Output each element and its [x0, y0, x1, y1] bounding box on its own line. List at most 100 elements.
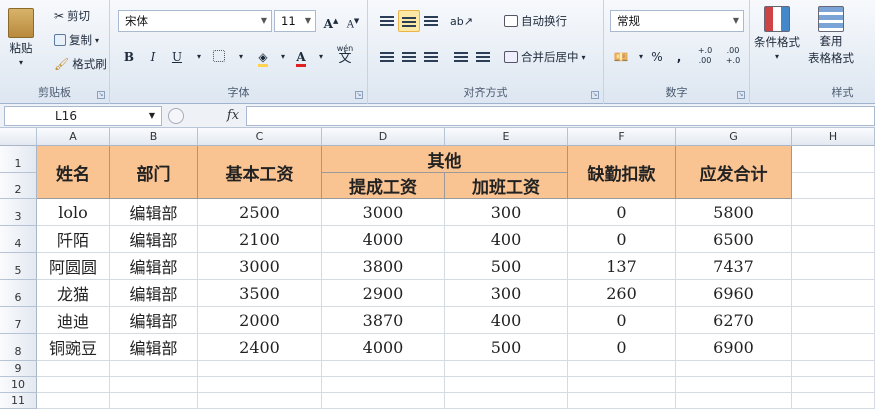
- column-header-c[interactable]: C: [198, 128, 322, 146]
- percent-button[interactable]: %: [646, 46, 668, 68]
- underline-button[interactable]: U: [166, 46, 188, 68]
- row-header-6[interactable]: 6: [0, 280, 37, 307]
- empty-cell[interactable]: [792, 307, 875, 334]
- format-as-table-button[interactable]: 套用 表格格式: [808, 6, 854, 66]
- empty-cell[interactable]: [322, 393, 445, 409]
- header-overtime[interactable]: 加班工资: [445, 173, 568, 199]
- table-cell[interactable]: 2000: [198, 307, 322, 334]
- table-cell[interactable]: 3800: [322, 253, 445, 280]
- column-header-g[interactable]: G: [676, 128, 792, 146]
- header-total[interactable]: 应发合计: [676, 146, 792, 199]
- font-family-select[interactable]: 宋体 ▼: [118, 10, 272, 32]
- increase-decimal-button[interactable]: +.0 .00: [692, 46, 718, 68]
- column-header-e[interactable]: E: [445, 128, 568, 146]
- table-cell[interactable]: 400: [445, 307, 568, 334]
- table-cell[interactable]: 2500: [198, 199, 322, 226]
- font-launcher-icon[interactable]: ↘: [355, 91, 363, 99]
- empty-cell[interactable]: [198, 377, 322, 393]
- table-cell[interactable]: 迪迪: [37, 307, 110, 334]
- bold-button[interactable]: B: [118, 46, 140, 68]
- table-cell[interactable]: 阡陌: [37, 226, 110, 253]
- table-cell[interactable]: 编辑部: [110, 334, 198, 361]
- table-cell[interactable]: 0: [568, 199, 676, 226]
- table-cell[interactable]: 龙猫: [37, 280, 110, 307]
- column-header-d[interactable]: D: [322, 128, 445, 146]
- format-painter-button[interactable]: 🖌 格式刷: [54, 56, 107, 72]
- header-deduction[interactable]: 缺勤扣款: [568, 146, 676, 199]
- row-header-7[interactable]: 7: [0, 307, 37, 334]
- formula-input[interactable]: [246, 106, 875, 126]
- table-cell[interactable]: 500: [445, 253, 568, 280]
- wrap-text-button[interactable]: 自动换行: [504, 13, 567, 29]
- empty-cell[interactable]: [568, 377, 676, 393]
- table-cell[interactable]: 137: [568, 253, 676, 280]
- clipboard-launcher-icon[interactable]: ↘: [97, 91, 105, 99]
- empty-cell[interactable]: [198, 393, 322, 409]
- borders-button[interactable]: [208, 46, 230, 68]
- table-cell[interactable]: 500: [445, 334, 568, 361]
- table-cell[interactable]: 编辑部: [110, 253, 198, 280]
- empty-cell[interactable]: [110, 361, 198, 377]
- conditional-format-button[interactable]: 条件格式 ▾: [754, 6, 800, 61]
- table-cell[interactable]: 3000: [322, 199, 445, 226]
- table-cell[interactable]: 6900: [676, 334, 792, 361]
- empty-cell[interactable]: [110, 393, 198, 409]
- align-center-button[interactable]: [398, 46, 420, 68]
- table-cell[interactable]: 2400: [198, 334, 322, 361]
- empty-cell[interactable]: [792, 226, 875, 253]
- table-cell[interactable]: 0: [568, 307, 676, 334]
- empty-cell[interactable]: [792, 199, 875, 226]
- cancel-entry-icon[interactable]: [168, 108, 184, 124]
- decrease-decimal-button[interactable]: .00 +.0: [720, 46, 746, 68]
- italic-button[interactable]: I: [142, 46, 164, 68]
- table-cell[interactable]: 300: [445, 199, 568, 226]
- table-cell[interactable]: 3870: [322, 307, 445, 334]
- increase-indent-button[interactable]: [472, 46, 494, 68]
- number-format-select[interactable]: 常规 ▼: [610, 10, 744, 32]
- empty-cell[interactable]: [568, 361, 676, 377]
- select-all-corner[interactable]: [0, 128, 37, 146]
- row-header-11[interactable]: 11: [0, 393, 37, 409]
- header-other[interactable]: 其他: [322, 146, 568, 173]
- currency-button[interactable]: 💴: [610, 46, 632, 68]
- table-cell[interactable]: 5800: [676, 199, 792, 226]
- table-cell[interactable]: 6500: [676, 226, 792, 253]
- paste-dropdown-icon[interactable]: ▾: [19, 58, 23, 67]
- table-cell[interactable]: 0: [568, 226, 676, 253]
- table-cell[interactable]: 编辑部: [110, 280, 198, 307]
- merge-center-button[interactable]: 合并后居中 ▾: [504, 49, 586, 65]
- column-header-h[interactable]: H: [792, 128, 875, 146]
- name-box[interactable]: L16 ▼: [4, 106, 162, 126]
- table-cell[interactable]: 4000: [322, 226, 445, 253]
- empty-cell[interactable]: [792, 361, 875, 377]
- empty-cell[interactable]: [37, 393, 110, 409]
- table-cell[interactable]: 6270: [676, 307, 792, 334]
- empty-cell[interactable]: [792, 393, 875, 409]
- table-cell[interactable]: 编辑部: [110, 199, 198, 226]
- header-commission[interactable]: 提成工资: [322, 173, 445, 199]
- paste-button[interactable]: 粘贴 ▾: [8, 8, 34, 67]
- header-base-salary[interactable]: 基本工资: [198, 146, 322, 199]
- borders-dropdown-icon[interactable]: ▾: [230, 46, 252, 68]
- align-top-button[interactable]: [376, 10, 398, 32]
- empty-cell[interactable]: [792, 146, 875, 173]
- empty-cell[interactable]: [676, 393, 792, 409]
- table-cell[interactable]: 编辑部: [110, 307, 198, 334]
- table-cell[interactable]: 3500: [198, 280, 322, 307]
- table-cell[interactable]: 7437: [676, 253, 792, 280]
- cut-button[interactable]: ✂ 剪切: [54, 8, 90, 24]
- align-left-button[interactable]: [376, 46, 398, 68]
- empty-cell[interactable]: [445, 361, 568, 377]
- row-header-5[interactable]: 5: [0, 253, 37, 280]
- conditional-dropdown-icon[interactable]: ▾: [775, 52, 779, 61]
- table-cell[interactable]: 2900: [322, 280, 445, 307]
- copy-button[interactable]: 复制 ▾: [54, 32, 99, 48]
- shrink-font-button[interactable]: A▼: [342, 10, 364, 32]
- table-cell[interactable]: 编辑部: [110, 226, 198, 253]
- table-cell[interactable]: 阿圆圆: [37, 253, 110, 280]
- copy-dropdown-icon[interactable]: ▾: [95, 36, 99, 45]
- column-header-f[interactable]: F: [568, 128, 676, 146]
- empty-cell[interactable]: [676, 361, 792, 377]
- empty-cell[interactable]: [792, 334, 875, 361]
- empty-cell[interactable]: [792, 377, 875, 393]
